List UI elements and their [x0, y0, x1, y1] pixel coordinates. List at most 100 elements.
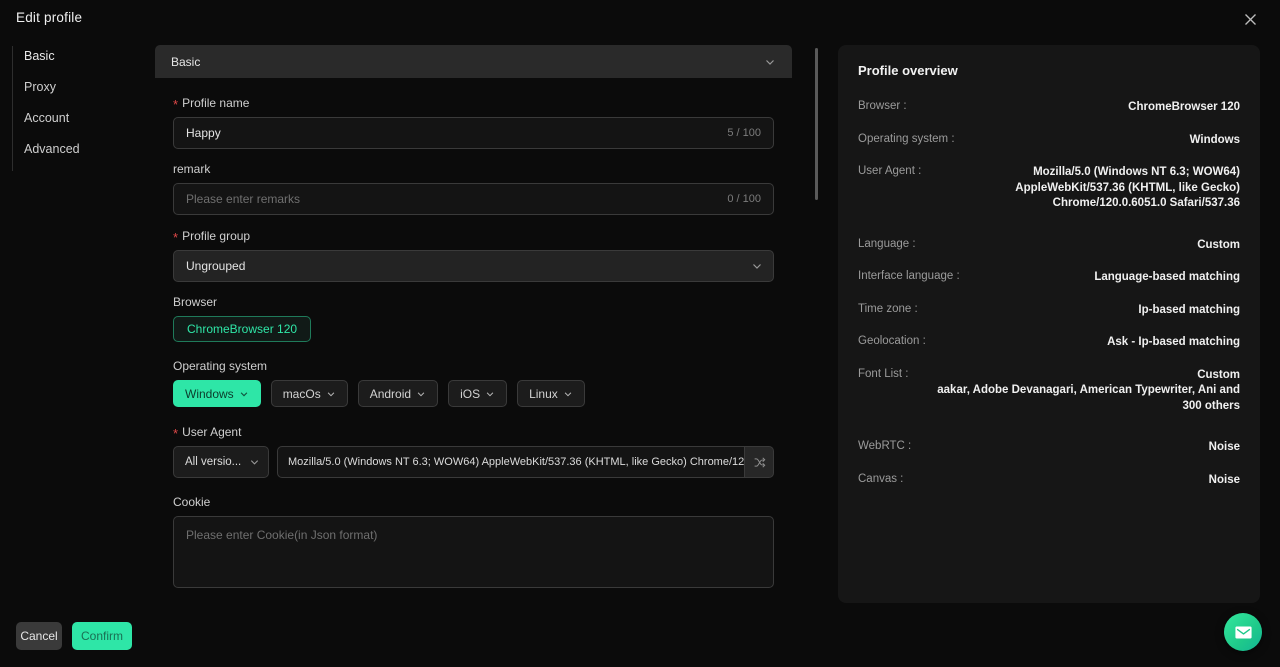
overview-value-line3: Chrome/120.0.6051.0 Safari/537.36	[939, 196, 1240, 212]
page-title: Edit profile	[16, 10, 82, 25]
overview-row-operating-system: Operating system : Windows	[858, 133, 1240, 149]
overview-row-user-agent: User Agent : Mozilla/5.0 (Windows NT 6.3…	[858, 165, 1240, 212]
field-profile-group: * Profile group Ungrouped	[173, 229, 774, 282]
field-cookie: Cookie Please enter Cookie(in Json forma…	[173, 496, 774, 588]
os-option-android[interactable]: Android	[358, 380, 438, 407]
overview-value-line3: 300 others	[927, 399, 1241, 415]
profile-group-value: Ungrouped	[186, 259, 245, 273]
overview-value-line1: Custom	[927, 368, 1241, 384]
required-marker: *	[173, 231, 178, 244]
section-title: Basic	[171, 55, 200, 69]
envelope-icon	[1235, 626, 1252, 639]
overview-row-webrtc: WebRTC : Noise	[858, 440, 1240, 456]
profile-name-input[interactable]: Happy 5 / 100	[173, 117, 774, 149]
label-browser: Browser	[173, 296, 774, 308]
label-profile-name: * Profile name	[173, 96, 774, 109]
overview-key: Interface language :	[858, 270, 960, 282]
form-body: * Profile name Happy 5 / 100 remark Plea…	[155, 78, 792, 602]
overview-value: ChromeBrowser 120	[925, 100, 1240, 116]
label-text: Profile name	[182, 97, 249, 109]
label-text: Browser	[173, 296, 217, 308]
cookie-placeholder: Please enter Cookie(in Json format)	[186, 528, 377, 542]
overview-value: Custom aakar, Adobe Devanagari, American…	[927, 368, 1241, 415]
dialog-footer: Cancel Confirm	[0, 605, 1280, 667]
os-option-ios[interactable]: iOS	[448, 380, 507, 407]
sidebar-item-advanced[interactable]: Advanced	[24, 142, 80, 156]
confirm-button[interactable]: Confirm	[72, 622, 132, 650]
user-agent-value: Mozilla/5.0 (Windows NT 6.3; WOW64) Appl…	[288, 456, 745, 468]
remark-counter: 0 / 100	[727, 193, 761, 205]
os-label: iOS	[460, 387, 480, 401]
overview-value-line1: Mozilla/5.0 (Windows NT 6.3; WOW64)	[939, 165, 1240, 181]
remark-placeholder: Please enter remarks	[186, 192, 300, 206]
label-cookie: Cookie	[173, 496, 774, 508]
section-header-basic[interactable]: Basic	[155, 45, 792, 78]
os-options: Windows macOs Android	[173, 380, 774, 407]
sidebar-item-proxy[interactable]: Proxy	[24, 80, 56, 94]
label-operating-system: Operating system	[173, 360, 774, 372]
form-scrollbar-thumb[interactable]	[815, 48, 818, 200]
chat-support-button[interactable]	[1224, 613, 1262, 651]
overview-value: Ip-based matching	[936, 303, 1240, 319]
user-agent-input[interactable]: Mozilla/5.0 (Windows NT 6.3; WOW64) Appl…	[277, 446, 745, 478]
form-panel: Basic * Profile name Happy 5 / 100	[155, 45, 820, 605]
profile-name-counter: 5 / 100	[727, 127, 761, 139]
os-option-macos[interactable]: macOs	[271, 380, 348, 407]
close-icon[interactable]	[1240, 9, 1260, 29]
dialog-titlebar: Edit profile	[0, 0, 1280, 38]
overview-value: Noise	[929, 440, 1240, 456]
overview-value: Ask - Ip-based matching	[944, 335, 1240, 351]
overview-value: Noise	[921, 473, 1240, 489]
required-marker: *	[173, 98, 178, 111]
overview-value-line2: AppleWebKit/537.36 (KHTML, like Gecko)	[939, 181, 1240, 197]
cookie-textarea[interactable]: Please enter Cookie(in Json format)	[173, 516, 774, 588]
overview-value: Language-based matching	[978, 270, 1240, 286]
overview-row-time-zone: Time zone : Ip-based matching	[858, 303, 1240, 319]
overview-key: Canvas :	[858, 473, 903, 485]
os-option-windows[interactable]: Windows	[173, 380, 261, 407]
overview-key: Font List :	[858, 368, 909, 380]
chevron-down-icon[interactable]	[764, 56, 776, 68]
overview-key: Browser :	[858, 100, 907, 112]
sidebar-item-basic[interactable]: Basic	[24, 49, 55, 63]
chevron-down-icon	[563, 389, 573, 399]
user-agent-row: All versio... Mozilla/5.0 (Windows NT 6.…	[173, 446, 774, 478]
label-text: User Agent	[182, 426, 241, 438]
sidebar-divider	[12, 46, 13, 171]
shuffle-icon[interactable]	[745, 446, 774, 478]
sidebar: Basic Proxy Account Advanced	[0, 40, 148, 600]
user-agent-version-select[interactable]: All versio...	[173, 446, 269, 478]
profile-group-select[interactable]: Ungrouped	[173, 250, 774, 282]
label-text: Profile group	[182, 230, 250, 242]
label-text: remark	[173, 163, 210, 175]
overview-row-interface-language: Interface language : Language-based matc…	[858, 270, 1240, 286]
overview-row-browser: Browser : ChromeBrowser 120	[858, 100, 1240, 116]
cancel-button[interactable]: Cancel	[16, 622, 62, 650]
overview-value-line2: aakar, Adobe Devanagari, American Typewr…	[927, 383, 1241, 399]
label-user-agent: * User Agent	[173, 425, 774, 438]
overview-key: WebRTC :	[858, 440, 911, 452]
remark-input[interactable]: Please enter remarks 0 / 100	[173, 183, 774, 215]
overview-key: User Agent :	[858, 165, 921, 177]
chevron-down-icon	[751, 260, 763, 272]
user-agent-input-group: Mozilla/5.0 (Windows NT 6.3; WOW64) Appl…	[277, 446, 774, 478]
field-operating-system: Operating system Windows macOs	[173, 360, 774, 407]
os-label: Linux	[529, 387, 558, 401]
label-profile-group: * Profile group	[173, 229, 774, 242]
browser-chip[interactable]: ChromeBrowser 120	[173, 316, 311, 342]
chevron-down-icon	[416, 389, 426, 399]
label-text: Cookie	[173, 496, 210, 508]
os-label: macOs	[283, 387, 321, 401]
os-option-linux[interactable]: Linux	[517, 380, 585, 407]
overview-key: Operating system :	[858, 133, 955, 145]
field-profile-name: * Profile name Happy 5 / 100	[173, 96, 774, 149]
profile-overview-card: Profile overview Browser : ChromeBrowser…	[838, 45, 1260, 603]
overview-key: Geolocation :	[858, 335, 926, 347]
field-remark: remark Please enter remarks 0 / 100	[173, 163, 774, 215]
os-label: Windows	[185, 387, 234, 401]
overview-value: Mozilla/5.0 (Windows NT 6.3; WOW64) Appl…	[939, 165, 1240, 212]
chevron-down-icon	[326, 389, 336, 399]
chevron-down-icon	[485, 389, 495, 399]
user-agent-version-value: All versio...	[185, 456, 241, 468]
sidebar-item-account[interactable]: Account	[24, 111, 69, 125]
